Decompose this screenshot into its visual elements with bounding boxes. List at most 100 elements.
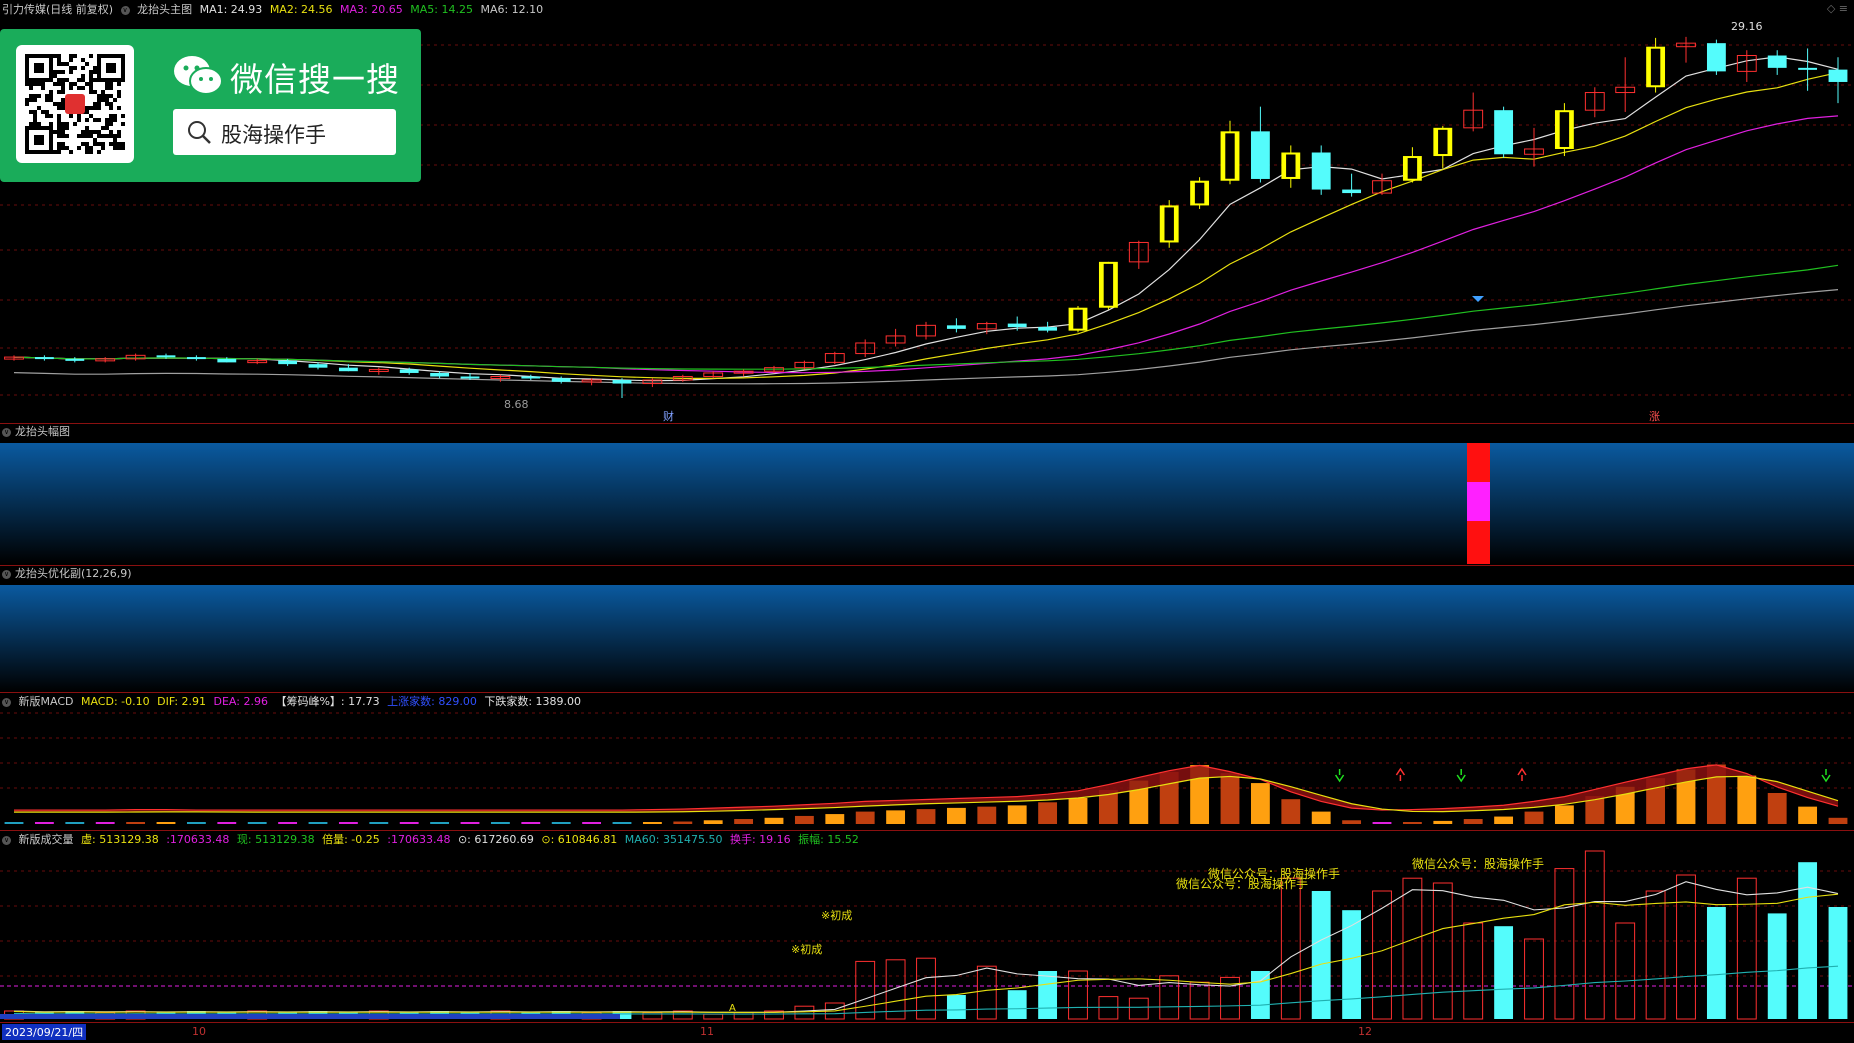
qr-module [73,54,77,58]
macd-bar [886,810,906,824]
qr-module [109,94,113,98]
qr-module [109,134,113,138]
candle-body-hollow [1407,158,1418,179]
qr-module [69,150,73,154]
qr-module [61,130,65,134]
qr-module [61,122,65,126]
qr-module [57,146,61,150]
macd-bar [734,819,754,824]
candle-body [430,372,450,377]
macd-bar [794,815,814,824]
month-12: 12 [1358,1025,1372,1038]
macd-bar [764,817,784,824]
qr-module [81,74,85,78]
qr-module [101,94,105,98]
qr-module [77,146,81,150]
qr-module [117,130,121,134]
longtaitou-opt-panel: ∨ 龙抬头优化副(12,26,9) [0,566,1854,692]
macd-bar [156,822,176,824]
collapse-icon[interactable]: ∨ [2,569,11,579]
current-date[interactable]: 2023/09/21/四 [2,1024,87,1040]
qr-module [33,98,37,102]
qr-module [61,70,65,74]
qr-module [77,134,81,138]
qr-module [65,134,69,138]
qr-module [53,150,57,154]
qr-module [89,54,93,58]
main-chart-panel: 引力传媒(日线 前复权) ∨ 龙抬头主图 MA1: 24.93 MA2: 24.… [0,0,1854,423]
qr-module [57,126,61,130]
qr-module [85,142,89,146]
ma5-line [13,264,1839,370]
qr-module [29,122,33,126]
panel2-header: ∨ 龙抬头幅图 [2,424,74,439]
qr-module [77,118,81,122]
qr-module [61,142,65,146]
qr-module [81,78,85,82]
qr-module [49,90,53,94]
qr-module [69,70,73,74]
qr-module [57,106,61,110]
qr-module [45,114,49,118]
qr-module [113,98,117,102]
qr-module [49,94,53,98]
qr-module [57,102,61,106]
qr-module [33,118,37,122]
candle-body-hollow [1103,263,1114,306]
chucheng-label-1: ※初成 [821,909,853,922]
wechat-search-box[interactable]: 股海操作手 [173,109,396,155]
qr-module [85,62,89,66]
wechat-search-banner[interactable]: 微信搜一搜 股海操作手 [0,29,421,182]
macd-bar [95,822,115,824]
a-mark: A [729,1003,736,1014]
candle-body [1311,152,1331,190]
search-icon [188,121,211,144]
candle-body [1342,189,1362,194]
volume-bar [855,960,876,1020]
qr-module [57,114,61,118]
macd-bar [1737,775,1757,824]
macd-bar [1281,799,1301,824]
qr-module [121,146,125,150]
qr-module [25,102,29,106]
qr-module [109,142,113,146]
qr-module [117,90,121,94]
qr-module [37,106,41,110]
panel2-gradient [0,443,1854,564]
panel2-title[interactable]: 龙抬头幅图 [15,425,70,438]
panel3-title[interactable]: 龙抬头优化副(12,26,9) [15,567,132,580]
collapse-icon[interactable]: ∨ [2,427,11,437]
vol-ma60-line [13,965,1839,1015]
volume-bar [1463,922,1484,1020]
qr-module [117,146,121,150]
qr-module [81,86,85,90]
qr-module [93,130,97,134]
candle-body [278,360,298,365]
qr-finder-core [34,135,44,145]
marker-zhang[interactable]: 涨 [1649,408,1660,424]
signal-bar[interactable] [1467,443,1490,564]
macd-chart[interactable] [0,693,1854,830]
marker-cai[interactable]: 财 [663,408,674,424]
volume-chart[interactable] [0,831,1854,1025]
macd-bar [521,822,541,824]
qr-module [41,110,45,114]
arrow-icon [1456,769,1466,783]
candle-body-hollow [1559,112,1570,147]
macd-bar [1798,806,1818,824]
volume-bar [1007,990,1027,1019]
qr-module [53,82,57,86]
qr-module [89,78,93,82]
vol-base-strip [0,1014,620,1019]
macd-bar [1402,822,1422,824]
qr-module [105,98,109,102]
signal-diamond-icon [1472,296,1484,302]
macd-bar [308,822,328,824]
qr-module [29,86,33,90]
qr-module [77,78,81,82]
volume-bar [1250,971,1270,1019]
qr-module [61,146,65,150]
qr-module [85,82,89,86]
qr-module [105,82,109,86]
candle-body-hollow [1225,133,1235,179]
